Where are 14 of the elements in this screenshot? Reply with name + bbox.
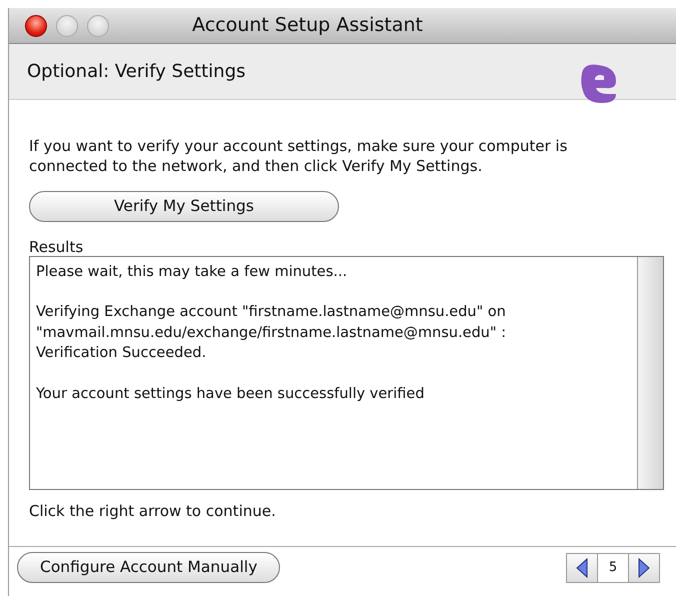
step-title: Optional: Verify Settings (27, 60, 246, 84)
verify-settings-button[interactable]: Verify My Settings (29, 190, 339, 222)
instruction-text: If you want to verify your account settings, make sure your computer is connected to the network, and then click Verify My Settings. (29, 136, 568, 176)
scrollbar[interactable] (637, 256, 663, 489)
right-arrow-icon (638, 558, 650, 578)
continue-hint: Click the right arrow to continue. (29, 500, 277, 522)
results-label: Results (29, 238, 84, 256)
window-title: Account Setup Assistant (191, 13, 424, 38)
results-text: Please wait, this may take a few minutes... Verifying Exchange account "firstname.lastname@mnsu.edu" on "mavmail.mnsu.edu/exchange/firstname.lastname@mnsu.edu" : Verification Succeeded. Your account settings have been successfully verified (35, 262, 508, 404)
left-arrow-icon (576, 558, 588, 578)
close-button[interactable] (25, 14, 47, 36)
configure-manually-button[interactable]: Configure Account Manually (17, 552, 280, 584)
next-button[interactable] (629, 554, 659, 582)
previous-button[interactable] (567, 554, 597, 582)
